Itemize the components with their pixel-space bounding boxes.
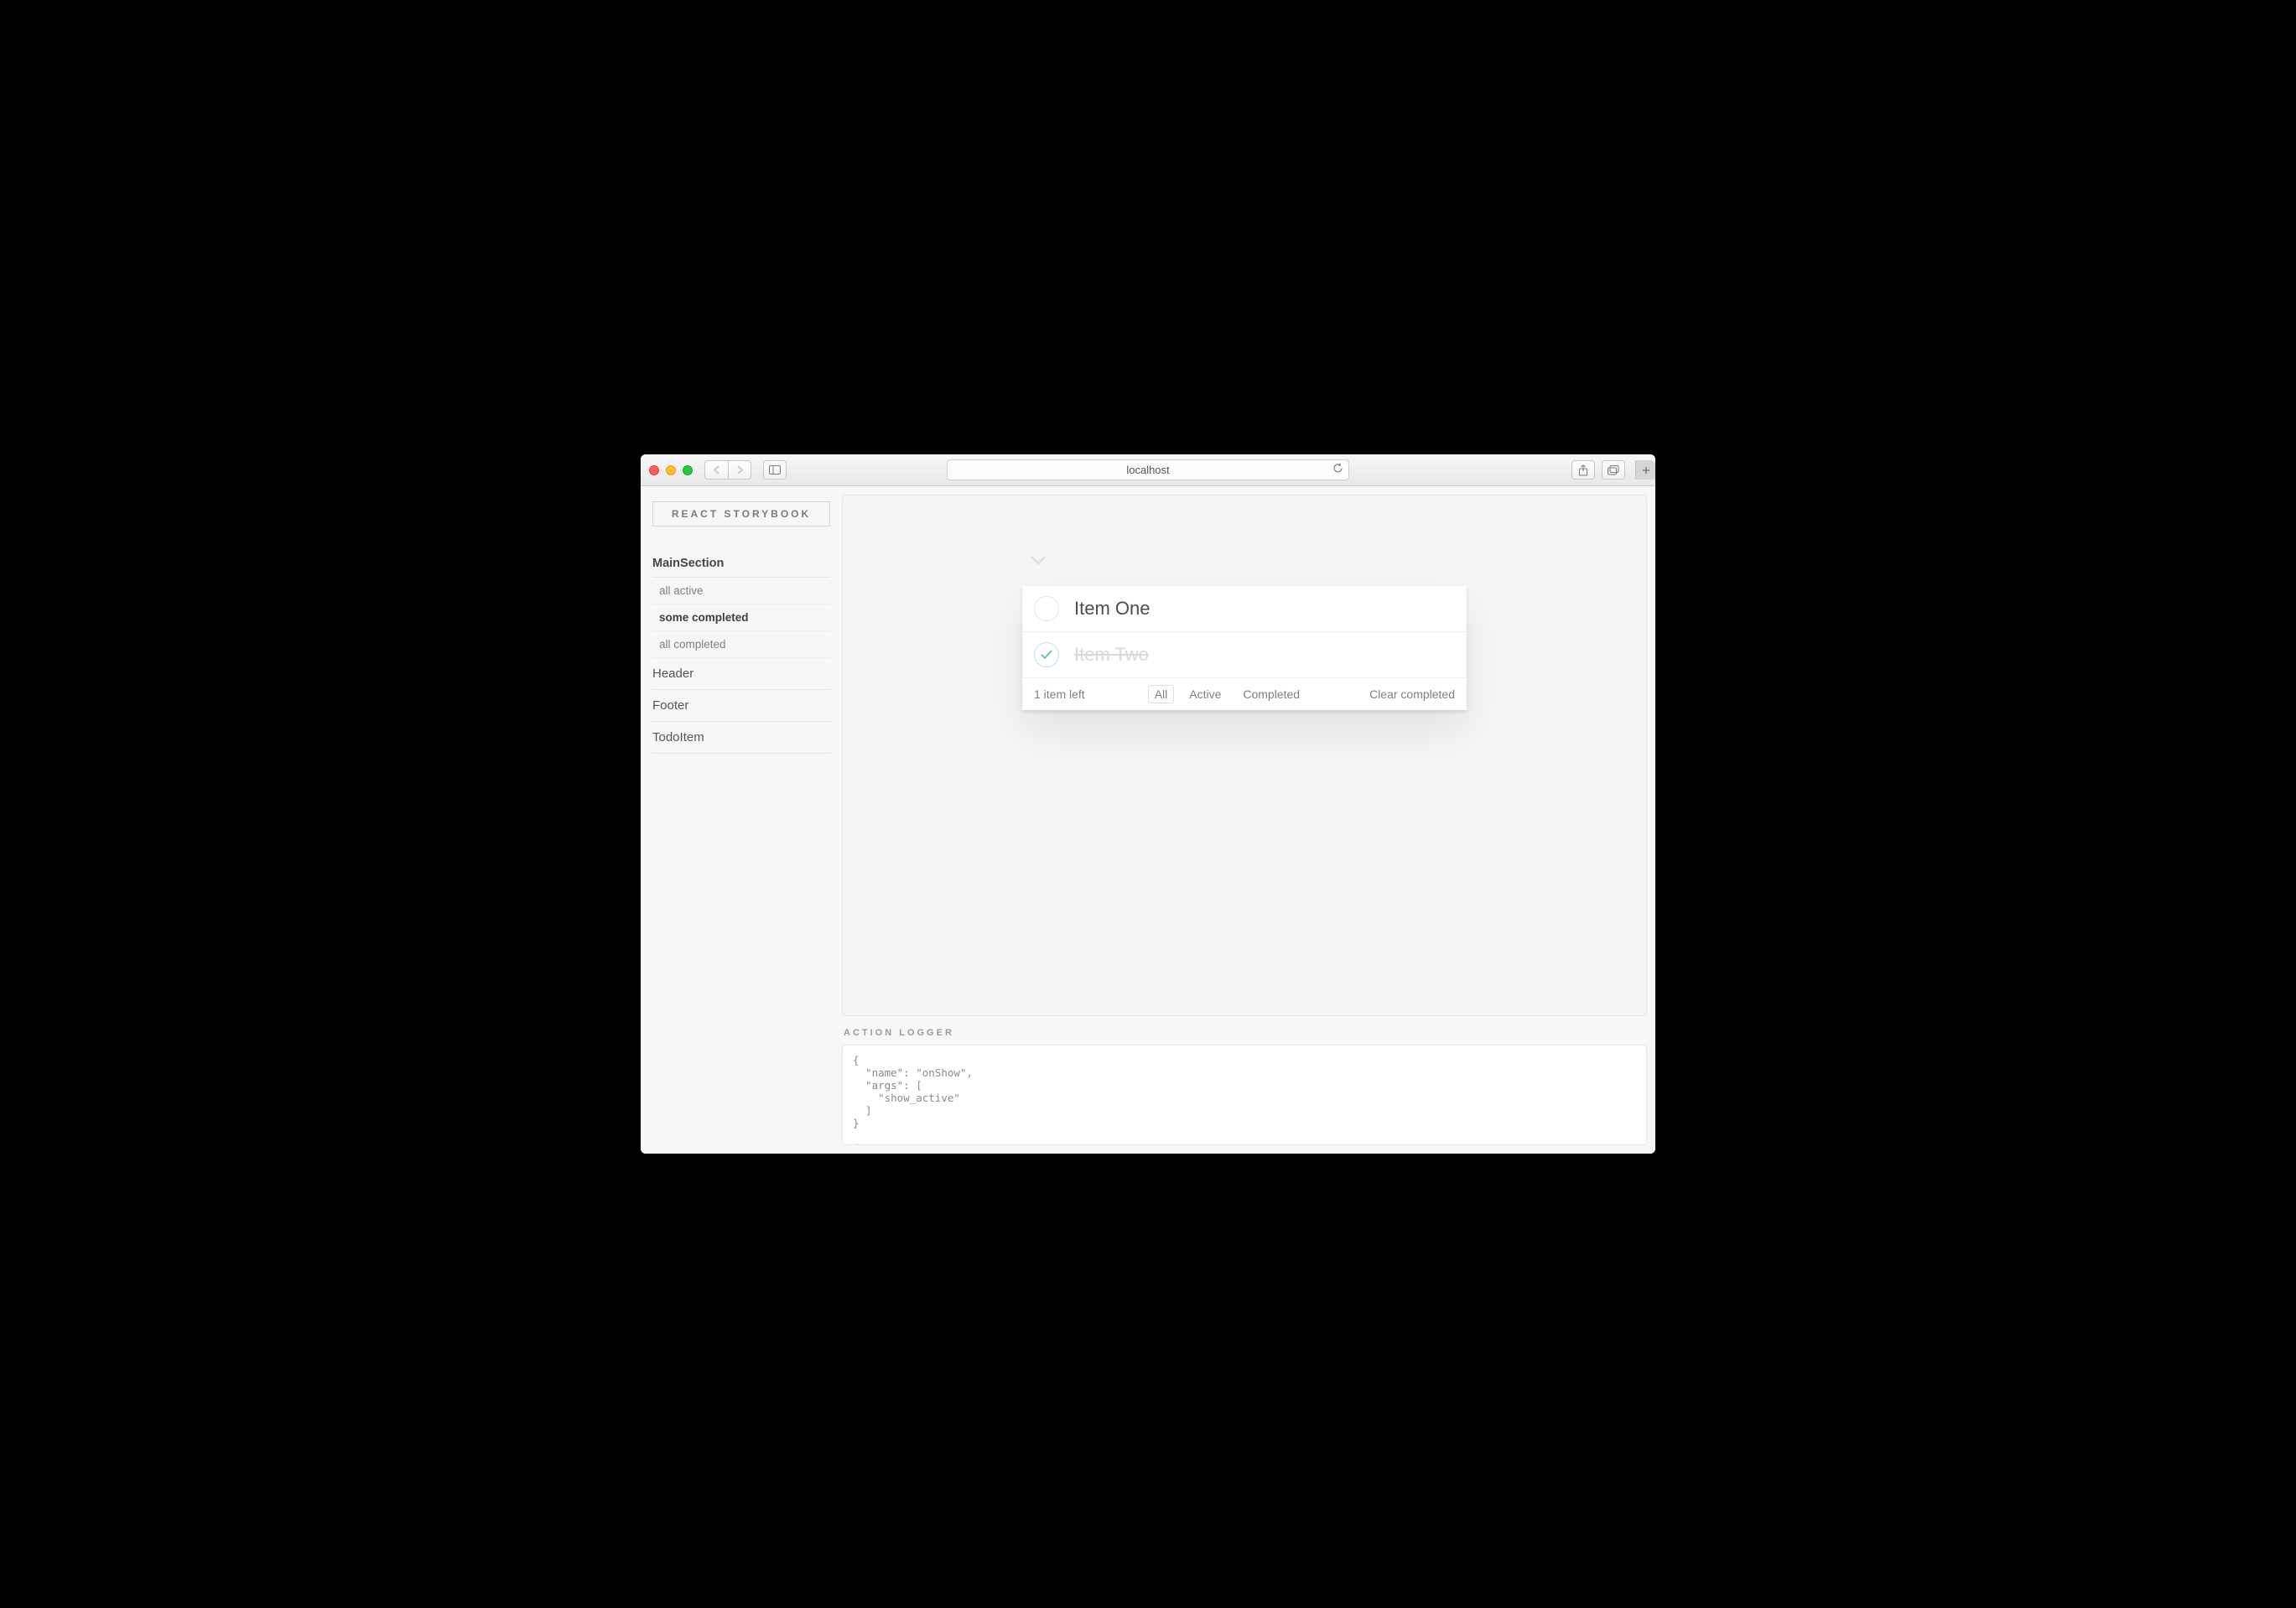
preview-pane: Item One Item Two 1 item left All bbox=[842, 495, 1647, 1016]
story-all-completed[interactable]: all completed bbox=[652, 631, 830, 658]
todo-checkbox[interactable] bbox=[1034, 596, 1059, 621]
todo-footer: 1 item left All Active Completed Clear c… bbox=[1022, 678, 1467, 710]
todo-app: Item One Item Two 1 item left All bbox=[1022, 586, 1467, 710]
address-bar[interactable]: localhost bbox=[947, 459, 1349, 480]
forward-button[interactable] bbox=[728, 460, 751, 480]
todo-list: Item One Item Two 1 item left All bbox=[1022, 586, 1467, 710]
filter-group: All Active Completed bbox=[1148, 685, 1306, 703]
action-logger: { "name": "onShow", "args": [ "show_acti… bbox=[842, 1045, 1647, 1145]
tabs-button[interactable] bbox=[1602, 460, 1625, 480]
share-button[interactable] bbox=[1571, 460, 1595, 480]
todo-item[interactable]: Item Two bbox=[1022, 632, 1467, 678]
minimize-window-button[interactable] bbox=[666, 465, 676, 475]
window-controls bbox=[649, 465, 693, 475]
sidebar-toggle-button[interactable] bbox=[763, 460, 787, 480]
filter-all[interactable]: All bbox=[1148, 685, 1175, 703]
kind-footer[interactable]: Footer bbox=[652, 690, 830, 722]
action-logger-title: ACTION LOGGER bbox=[844, 1028, 1647, 1038]
browser-window: localhost REACT STORYBOOK MainSection al… bbox=[641, 454, 1655, 1154]
back-button[interactable] bbox=[704, 460, 728, 480]
main-area: Item One Item Two 1 item left All bbox=[842, 486, 1655, 1154]
content: REACT STORYBOOK MainSection all active s… bbox=[641, 486, 1655, 1154]
todo-checkbox-checked[interactable] bbox=[1034, 642, 1059, 667]
toggle-all-icon[interactable] bbox=[1029, 554, 1047, 566]
kind-todoitem[interactable]: TodoItem bbox=[652, 722, 830, 754]
reload-icon[interactable] bbox=[1332, 463, 1343, 474]
new-tab-button[interactable] bbox=[1635, 460, 1655, 480]
todo-item[interactable]: Item One bbox=[1022, 586, 1467, 632]
close-window-button[interactable] bbox=[649, 465, 659, 475]
kind-header[interactable]: Header bbox=[652, 658, 830, 690]
brand-badge: REACT STORYBOOK bbox=[652, 501, 830, 526]
story-all-active[interactable]: all active bbox=[652, 578, 830, 604]
filter-active[interactable]: Active bbox=[1182, 685, 1228, 703]
nav-buttons bbox=[704, 460, 751, 480]
filter-completed[interactable]: Completed bbox=[1236, 685, 1306, 703]
kind-heading[interactable]: MainSection bbox=[652, 545, 830, 578]
todo-label: Item Two bbox=[1074, 644, 1149, 666]
story-some-completed[interactable]: some completed bbox=[652, 604, 830, 631]
zoom-window-button[interactable] bbox=[683, 465, 693, 475]
storybook-sidebar: REACT STORYBOOK MainSection all active s… bbox=[641, 486, 842, 1154]
address-text: localhost bbox=[1126, 464, 1169, 476]
items-left-text: 1 item left bbox=[1034, 687, 1085, 701]
clear-completed-button[interactable]: Clear completed bbox=[1369, 687, 1455, 701]
todo-label: Item One bbox=[1074, 598, 1150, 620]
titlebar: localhost bbox=[641, 454, 1655, 486]
